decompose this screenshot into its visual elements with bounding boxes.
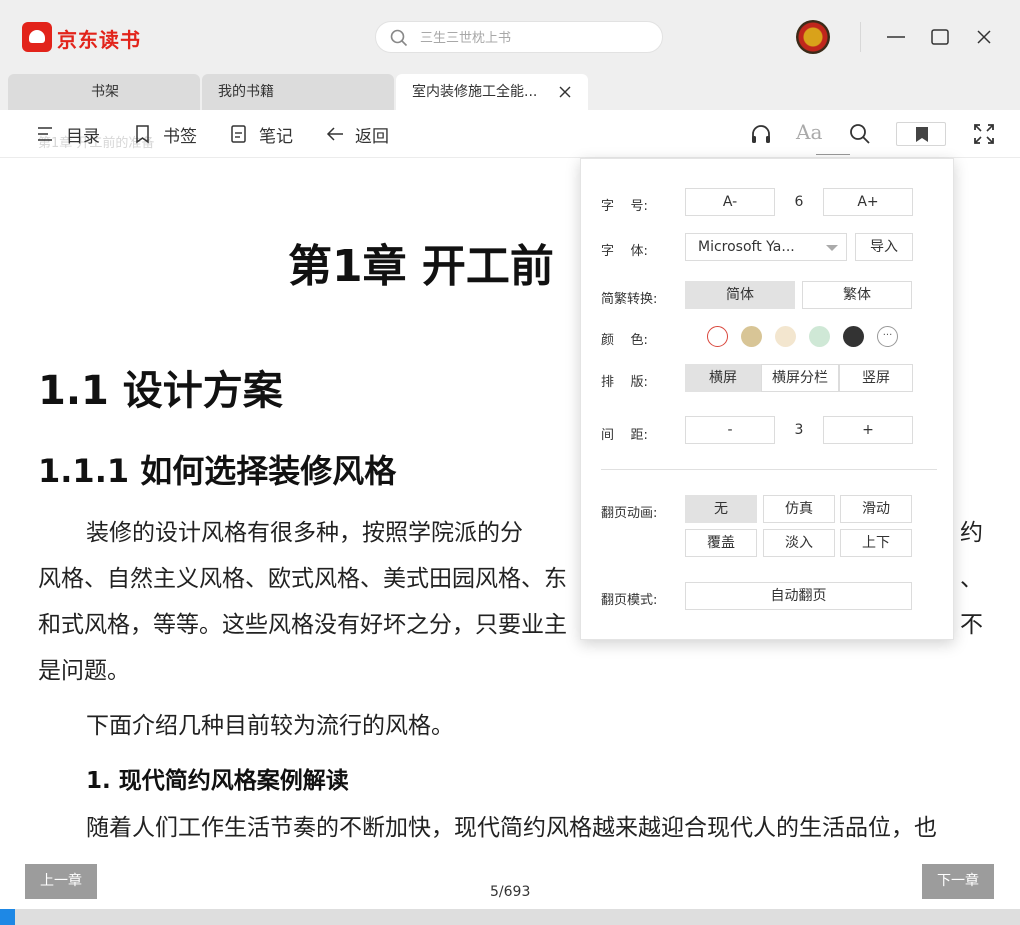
prev-chapter-button[interactable]: 上一章 bbox=[25, 864, 97, 899]
animation-none-button[interactable]: 无 bbox=[685, 495, 757, 523]
tab-current-book[interactable]: 室内装修施工全能... bbox=[396, 74, 588, 110]
search-icon bbox=[390, 29, 408, 47]
color-swatch-white[interactable] bbox=[707, 326, 728, 347]
app-name: 京东读书 bbox=[57, 28, 141, 52]
bookmarks-button[interactable]: 书签 bbox=[133, 122, 197, 147]
layout-portrait-button[interactable]: 竖屏 bbox=[839, 364, 913, 392]
page-mode-label: 翻页模式: bbox=[601, 593, 658, 608]
layout-landscape-button[interactable]: 横屏 bbox=[685, 364, 761, 392]
search-icon[interactable] bbox=[848, 122, 872, 146]
text-span: 不 bbox=[960, 612, 983, 638]
color-swatch-tan[interactable] bbox=[741, 326, 762, 347]
toc-label: 目录 bbox=[66, 126, 100, 147]
font-settings-button[interactable]: Aa bbox=[796, 120, 822, 144]
animation-simulate-button[interactable]: 仿真 bbox=[763, 495, 835, 523]
notes-label: 笔记 bbox=[259, 126, 293, 147]
tab-bar: 书架 我的书籍 室内装修施工全能... bbox=[0, 74, 1020, 110]
text-span: 约 bbox=[960, 520, 983, 546]
bookmark-outline-icon bbox=[136, 125, 149, 144]
app-logo-icon bbox=[22, 22, 52, 52]
tab-label: 我的书籍 bbox=[218, 84, 274, 100]
animation-cover-button[interactable]: 覆盖 bbox=[685, 529, 757, 557]
page-indicator: 5/693 bbox=[490, 884, 531, 900]
chapter-title: 第1章 开工前 bbox=[288, 241, 554, 292]
tab-my-books[interactable]: 我的书籍 bbox=[202, 74, 394, 110]
content-heading: 1. 现代简约风格案例解读 bbox=[86, 768, 349, 794]
import-font-button[interactable]: 导入 bbox=[855, 233, 913, 261]
more-colors-button[interactable]: ··· bbox=[877, 326, 898, 347]
bookmarks-label: 书签 bbox=[163, 126, 197, 147]
chevron-down-icon bbox=[826, 245, 838, 251]
back-label: 返回 bbox=[355, 126, 389, 147]
text-span: 装修的设计风格有很多种，按照学院派的分 bbox=[86, 520, 523, 546]
title-bar: 京东读书 bbox=[0, 0, 1020, 74]
text-span: 和式风格，等等。这些风格没有好坏之分，只要业主 bbox=[38, 612, 567, 638]
convert-label: 简繁转换: bbox=[601, 292, 658, 307]
subsection-title: 1.1.1 如何选择装修风格 bbox=[38, 452, 397, 490]
paragraph: 下面介绍几种目前较为流行的风格。 bbox=[86, 713, 454, 739]
section-title: 1.1 设计方案 bbox=[38, 368, 283, 414]
tab-label: 室内装修施工全能... bbox=[412, 84, 538, 100]
back-button[interactable]: 返回 bbox=[325, 122, 389, 147]
tab-label: 书架 bbox=[91, 84, 119, 100]
list-icon bbox=[38, 127, 52, 141]
add-bookmark-button[interactable] bbox=[896, 122, 946, 146]
animation-label: 翻页动画: bbox=[601, 506, 658, 521]
font-size-decrease-button[interactable]: A- bbox=[685, 188, 775, 216]
tab-bookshelf[interactable]: 书架 bbox=[8, 74, 200, 110]
color-swatch-cream[interactable] bbox=[775, 326, 796, 347]
toc-button[interactable]: 目录 bbox=[36, 122, 100, 147]
divider bbox=[601, 469, 937, 470]
reading-progress-bar[interactable] bbox=[0, 909, 1020, 925]
maximize-button[interactable] bbox=[925, 22, 955, 52]
reader-app: 京东读书 书架 我的书籍 室内装修施工全能... bbox=[0, 0, 1020, 925]
spacing-decrease-button[interactable]: - bbox=[685, 416, 775, 444]
animation-slide-button[interactable]: 滑动 bbox=[840, 495, 912, 523]
divider bbox=[860, 22, 861, 52]
close-icon bbox=[977, 30, 991, 44]
animation-vertical-button[interactable]: 上下 bbox=[840, 529, 912, 557]
search-box[interactable] bbox=[375, 21, 663, 53]
auto-page-turn-button[interactable]: 自动翻页 bbox=[685, 582, 912, 610]
minimize-icon bbox=[887, 36, 905, 38]
text-span: 、 bbox=[960, 566, 983, 592]
paragraph-line: 是问题。 bbox=[38, 658, 130, 684]
notes-button[interactable]: 笔记 bbox=[229, 122, 293, 147]
next-chapter-button[interactable]: 下一章 bbox=[922, 864, 994, 899]
text-span: 风格、自然主义风格、欧式风格、美式田园风格、东 bbox=[38, 566, 567, 592]
close-window-button[interactable] bbox=[969, 22, 999, 52]
reader-toolbar: 第1章 开工前的准备 目录 书签 笔记 返回 Aa bbox=[0, 110, 1020, 158]
layout-label: 排 版: bbox=[601, 375, 648, 390]
tab-close-icon[interactable] bbox=[557, 84, 573, 100]
reading-settings-panel: 字 号: A- 6 A+ 字 体: Microsoft Ya... 导入 简繁转… bbox=[580, 158, 954, 640]
maximize-icon bbox=[931, 29, 949, 45]
minimize-button[interactable] bbox=[881, 22, 911, 52]
font-size-label: 字 号: bbox=[601, 199, 648, 214]
avatar[interactable] bbox=[796, 20, 830, 54]
traditional-button[interactable]: 繁体 bbox=[802, 281, 912, 309]
color-swatch-dark[interactable] bbox=[843, 326, 864, 347]
simplified-button[interactable]: 简体 bbox=[685, 281, 795, 309]
font-select[interactable]: Microsoft Ya... bbox=[685, 233, 847, 261]
note-icon bbox=[231, 125, 246, 143]
layout-columns-button[interactable]: 横屏分栏 bbox=[761, 364, 839, 392]
fullscreen-icon[interactable] bbox=[972, 122, 996, 146]
arrow-left-icon bbox=[326, 127, 343, 141]
color-swatch-green[interactable] bbox=[809, 326, 830, 347]
color-label: 颜 色: bbox=[601, 333, 648, 348]
font-label: 字 体: bbox=[601, 244, 648, 259]
font-size-increase-button[interactable]: A+ bbox=[823, 188, 913, 216]
bookmark-filled-icon bbox=[916, 127, 928, 142]
progress-fill bbox=[0, 909, 15, 925]
spacing-label: 间 距: bbox=[601, 428, 648, 443]
spacing-increase-button[interactable]: + bbox=[823, 416, 913, 444]
search-input[interactable] bbox=[420, 27, 650, 49]
font-select-value: Microsoft Ya... bbox=[698, 239, 795, 255]
headphones-icon[interactable] bbox=[749, 122, 773, 146]
paragraph: 随着人们工作生活节奏的不断加快，现代简约风格越来越迎合现代人的生活品位，也 bbox=[86, 815, 937, 841]
spacing-value: 3 bbox=[794, 422, 804, 438]
animation-fade-button[interactable]: 淡入 bbox=[763, 529, 835, 557]
font-size-value: 6 bbox=[794, 194, 804, 210]
